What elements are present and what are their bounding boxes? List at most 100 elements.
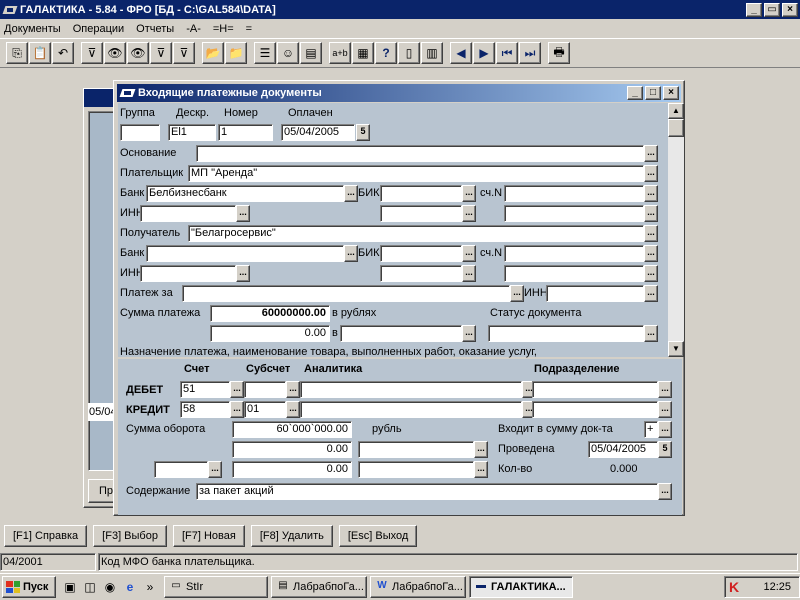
payment-for-field[interactable] bbox=[182, 285, 510, 302]
debit-account-field[interactable]: 51 bbox=[180, 381, 230, 398]
dialog-close-button[interactable]: × bbox=[663, 86, 679, 100]
turnover2-field[interactable]: 0.00 bbox=[232, 441, 352, 458]
payer-account-select-button[interactable]: ... bbox=[644, 185, 658, 202]
currency-field[interactable] bbox=[340, 325, 462, 342]
list-icon[interactable]: ☰ bbox=[254, 42, 276, 64]
doc-status-select-button[interactable]: ... bbox=[644, 325, 658, 342]
payer-bik-field[interactable] bbox=[380, 185, 462, 202]
turnover3-left-select-button[interactable]: ... bbox=[208, 461, 222, 478]
posted-date-field[interactable]: 05/04/2005 bbox=[588, 441, 658, 458]
credit-account-field[interactable]: 58 bbox=[180, 401, 230, 418]
recipient-bik2-field[interactable] bbox=[380, 265, 462, 282]
copy-icon[interactable]: ⎘ bbox=[6, 42, 28, 64]
menu-documents[interactable]: Документы bbox=[4, 23, 61, 35]
scroll-thumb[interactable] bbox=[668, 119, 684, 137]
recipient-account2-select-button[interactable]: ... bbox=[644, 265, 658, 282]
payer-inn-select-button[interactable]: ... bbox=[236, 205, 250, 222]
credit-analytics-field[interactable] bbox=[300, 401, 522, 418]
debit-analytics-field[interactable] bbox=[300, 381, 522, 398]
prev-icon[interactable]: ◀ bbox=[450, 42, 472, 64]
text-case-icon[interactable]: a+b bbox=[329, 42, 351, 64]
recipient-account-field[interactable] bbox=[504, 245, 644, 262]
recipient-field[interactable]: "Белагросервис" bbox=[188, 225, 644, 242]
antivirus-icon[interactable]: K bbox=[729, 579, 739, 595]
f8-delete-button[interactable]: [F8] Удалить bbox=[250, 525, 333, 547]
binoculars-next-icon[interactable]: 👁 bbox=[127, 42, 149, 64]
task-labrab-1[interactable]: ▤ ЛабрабпоГа... bbox=[271, 576, 367, 598]
payer-select-button[interactable]: ... bbox=[644, 165, 658, 182]
task-labrab-2[interactable]: W ЛабрабпоГа... bbox=[370, 576, 466, 598]
debit-department-select-button[interactable]: ... bbox=[658, 381, 672, 398]
paid-date-picker-button[interactable]: 5 bbox=[356, 124, 370, 141]
filter-find-icon[interactable]: ⊽ bbox=[150, 42, 172, 64]
payer-bik-select-button[interactable]: ... bbox=[462, 185, 476, 202]
desktop-icon[interactable]: ▣ bbox=[60, 577, 80, 597]
debit-subaccount-select-button[interactable]: ... bbox=[286, 381, 300, 398]
f1-help-button[interactable]: [F1] Справка bbox=[4, 525, 88, 547]
turnover3-field[interactable]: 0.00 bbox=[232, 461, 352, 478]
last-icon[interactable]: ⏭ bbox=[519, 42, 541, 64]
paste-icon[interactable]: 📋 bbox=[29, 42, 51, 64]
turnover-field[interactable]: 60`000`000.00 bbox=[232, 421, 352, 438]
start-button[interactable]: Пуск bbox=[2, 576, 56, 598]
included-field[interactable]: + bbox=[644, 421, 658, 438]
content-select-button[interactable]: ... bbox=[658, 483, 672, 500]
credit-subaccount-select-button[interactable]: ... bbox=[286, 401, 300, 418]
payer-bank-select-button[interactable]: ... bbox=[344, 185, 358, 202]
documents-icon[interactable]: ▯ bbox=[398, 42, 420, 64]
included-select-button[interactable]: ... bbox=[658, 421, 672, 438]
calculator-icon[interactable]: ▦ bbox=[352, 42, 374, 64]
recipient-bik2-select-button[interactable]: ... bbox=[462, 265, 476, 282]
payer-bik2-select-button[interactable]: ... bbox=[462, 205, 476, 222]
amount2-field[interactable]: 0.00 bbox=[210, 325, 330, 342]
content-field[interactable]: за пакет акций bbox=[196, 483, 658, 500]
payer-account2-field[interactable] bbox=[504, 205, 644, 222]
minimize-button[interactable]: _ bbox=[746, 2, 762, 17]
next-icon[interactable]: ▶ bbox=[473, 42, 495, 64]
scroll-down-button[interactable]: ▼ bbox=[668, 341, 684, 357]
paid-date-field[interactable]: 05/04/2005 bbox=[281, 124, 355, 141]
filter-icon[interactable]: ⊽ bbox=[81, 42, 103, 64]
payer-bank-field[interactable]: Белбизнесбанк bbox=[146, 185, 344, 202]
menu-h[interactable]: =H= bbox=[213, 23, 234, 35]
help-icon[interactable]: ? bbox=[375, 42, 397, 64]
payer-account-field[interactable] bbox=[504, 185, 644, 202]
undo-icon[interactable]: ↶ bbox=[52, 42, 74, 64]
close-button[interactable]: × bbox=[782, 2, 798, 17]
posted-date-picker-button[interactable]: 5 bbox=[658, 441, 672, 458]
recipient-account-select-button[interactable]: ... bbox=[644, 245, 658, 262]
doc-status-field[interactable] bbox=[488, 325, 644, 342]
turnover3-currency-field[interactable] bbox=[358, 461, 474, 478]
recipient-bik-select-button[interactable]: ... bbox=[462, 245, 476, 262]
amount-field[interactable]: 60000000.00 bbox=[210, 305, 330, 322]
f3-select-button[interactable]: [F3] Выбор bbox=[93, 525, 167, 547]
binoculars-icon[interactable]: 👁 bbox=[104, 42, 126, 64]
browser-icon[interactable]: e bbox=[120, 577, 140, 597]
folder-arrow-icon[interactable]: 📁 bbox=[225, 42, 247, 64]
dialog-minimize-button[interactable]: _ bbox=[627, 86, 643, 100]
menu-operations[interactable]: Операции bbox=[73, 23, 124, 35]
turnover2-currency-select-button[interactable]: ... bbox=[474, 441, 488, 458]
task-stir[interactable]: ▭ StIr bbox=[164, 576, 268, 598]
turnover3-left-field[interactable] bbox=[154, 461, 208, 478]
recipient-account2-field[interactable] bbox=[504, 265, 644, 282]
payment-inn-field[interactable] bbox=[546, 285, 644, 302]
media-icon[interactable]: ◉ bbox=[100, 577, 120, 597]
payment-inn-select-button[interactable]: ... bbox=[644, 285, 658, 302]
credit-department-field[interactable] bbox=[532, 401, 658, 418]
payer-bik2-field[interactable] bbox=[380, 205, 462, 222]
payer-field[interactable]: МП "Аренда" bbox=[188, 165, 644, 182]
basis-field[interactable] bbox=[196, 145, 644, 162]
recipient-bank-select-button[interactable]: ... bbox=[344, 245, 358, 262]
smiley-icon[interactable]: ☺ bbox=[277, 42, 299, 64]
payment-for-select-button[interactable]: ... bbox=[510, 285, 524, 302]
credit-department-select-button[interactable]: ... bbox=[658, 401, 672, 418]
dialog-vertical-scrollbar[interactable]: ▲ ▼ bbox=[668, 103, 684, 357]
menu-reports[interactable]: Отчеты bbox=[136, 23, 174, 35]
turnover2-currency-field[interactable] bbox=[358, 441, 474, 458]
debit-account-select-button[interactable]: ... bbox=[230, 381, 244, 398]
recipient-inn-field[interactable] bbox=[140, 265, 236, 282]
menu-a[interactable]: -A- bbox=[186, 23, 201, 35]
esc-exit-button[interactable]: [Esc] Выход bbox=[338, 525, 418, 547]
payer-inn-field[interactable] bbox=[140, 205, 236, 222]
